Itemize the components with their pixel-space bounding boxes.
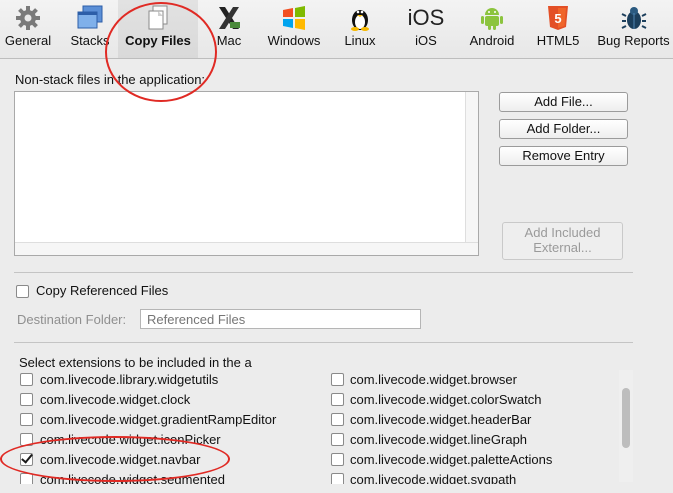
extensions-heading: Select extensions to be included in the … [19, 355, 252, 370]
ext-checkbox[interactable] [331, 473, 344, 484]
ext-checkbox-navbar[interactable] [20, 453, 33, 466]
ext-label: com.livecode.widget.segmented [40, 472, 225, 484]
ext-checkbox[interactable] [331, 393, 344, 406]
ext-label: com.livecode.widget.lineGraph [350, 432, 528, 447]
ext-label: com.livecode.widget.headerBar [350, 412, 532, 427]
extensions-panel: Select extensions to be included in the … [0, 0, 620, 484]
ext-label: com.livecode.widget.iconPicker [40, 432, 221, 447]
ext-checkbox[interactable] [331, 413, 344, 426]
ext-label: com.livecode.widget.browser [350, 372, 517, 387]
ext-checkbox[interactable] [20, 473, 33, 484]
ext-label: com.livecode.widget.navbar [40, 452, 201, 467]
ext-label: com.livecode.widget.clock [40, 392, 191, 407]
ext-checkbox[interactable] [331, 453, 344, 466]
ext-label: com.livecode.widget.colorSwatch [350, 392, 542, 407]
extensions-scrollbar[interactable] [619, 370, 633, 482]
ext-checkbox[interactable] [20, 373, 33, 386]
ext-label: com.livecode.widget.svgpath [350, 472, 517, 484]
ext-checkbox[interactable] [331, 373, 344, 386]
ext-checkbox[interactable] [20, 393, 33, 406]
ext-checkbox[interactable] [20, 413, 33, 426]
scrollbar-thumb[interactable] [622, 388, 630, 448]
bug-icon [621, 5, 647, 31]
ext-checkbox[interactable] [331, 433, 344, 446]
ext-checkbox[interactable] [20, 433, 33, 446]
ext-label: com.livecode.widget.gradientRampEditor [40, 412, 277, 427]
ext-label: com.livecode.library.widgetutils [40, 372, 219, 387]
ext-label: com.livecode.widget.paletteActions [350, 452, 553, 467]
